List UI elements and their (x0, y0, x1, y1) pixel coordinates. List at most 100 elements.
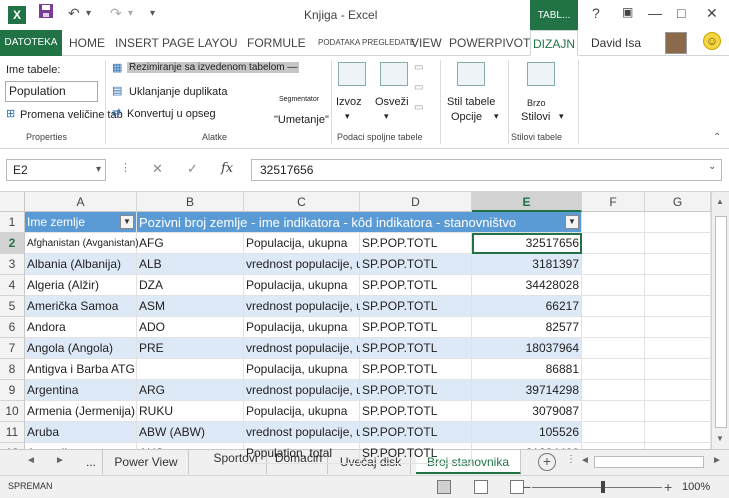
table-cell-a[interactable]: Američka Samoa (25, 296, 137, 317)
table-cell-c[interactable]: Populacija, ukupna (244, 359, 360, 380)
cell-empty[interactable] (582, 233, 645, 254)
table-cell-d[interactable]: SP.POP.TOTL (360, 443, 472, 464)
tab-data[interactable]: PODATAKA (318, 30, 360, 56)
zoom-level[interactable]: 100% (682, 481, 710, 493)
ribbon-display-icon[interactable]: ▣ (622, 5, 633, 19)
name-box-dropdown-icon[interactable]: ▾ (96, 160, 101, 180)
enter-icon[interactable]: ✓ (187, 161, 198, 177)
worksheet-grid[interactable]: ABCDEFG 123456789101112 Ime zemljePozivn… (0, 192, 729, 464)
cell-empty[interactable] (582, 275, 645, 296)
cell-empty[interactable] (645, 359, 711, 380)
table-cell-e[interactable]: 86881 (472, 359, 582, 380)
table-cell-b[interactable]: ADO (137, 317, 244, 338)
table-cell-a[interactable]: Afghanistan (Avganistan) (25, 233, 139, 254)
table-cell-c[interactable]: vrednost populacije, ukupno (244, 380, 395, 401)
cell-empty[interactable] (582, 422, 645, 443)
row-header-4[interactable]: 4 (0, 275, 25, 296)
open-browser-icon[interactable]: ▭ (414, 82, 423, 93)
cell-empty[interactable] (582, 317, 645, 338)
table-cell-b[interactable]: ARG (137, 380, 244, 401)
table-cell-b[interactable]: AFG (137, 233, 244, 254)
insert-function-icon[interactable]: fx (221, 161, 233, 176)
cell-empty[interactable] (645, 422, 711, 443)
table-cell-e[interactable]: 105526 (472, 422, 582, 443)
table-cell-b[interactable]: ASM (137, 296, 244, 317)
column-header-a[interactable]: A (25, 192, 137, 212)
table-cell-e[interactable]: 34428028 (472, 275, 582, 296)
cell-empty[interactable] (582, 338, 645, 359)
zoom-out-icon[interactable]: − (523, 479, 531, 495)
table-cell-a[interactable]: Antigva i Barba ATG (25, 359, 137, 380)
table-cell-a[interactable]: Armenia (Jermenija) (25, 401, 137, 422)
table-cell-c[interactable]: Populacija, ukupna (244, 317, 360, 338)
table-cell-d[interactable]: SP.POP.TOTL (360, 254, 472, 275)
table-cell-c[interactable]: Populacija, ukupna (244, 401, 360, 422)
table-cell-e[interactable]: 39714298 (472, 380, 582, 401)
tab-review[interactable]: PREGLEDATE (362, 30, 415, 56)
unlink-icon[interactable]: ▭ (414, 102, 423, 113)
table-style-options-label[interactable]: Opcije (451, 111, 482, 123)
table-cell-e[interactable]: 3181397 (472, 254, 582, 275)
zoom-in-icon[interactable]: + (664, 479, 672, 495)
cell-empty[interactable] (582, 359, 645, 380)
table-cell-e[interactable]: 66217 (472, 296, 582, 317)
table-cell-b[interactable]: RUKU (137, 401, 244, 422)
table-cell-a[interactable]: Argentina (25, 380, 137, 401)
row-header-6[interactable]: 6 (0, 317, 25, 338)
column-header-b[interactable]: B (137, 192, 244, 212)
page-layout-view-icon[interactable] (474, 480, 488, 494)
expand-formula-bar-icon[interactable]: ⌄ (708, 161, 716, 172)
hscroll-right-icon[interactable]: ► (712, 455, 722, 466)
cell-empty[interactable] (645, 317, 711, 338)
tab-powerpivot[interactable]: POWERPIVOT (449, 30, 530, 56)
redo-icon[interactable]: ↷ (110, 5, 122, 22)
horizontal-scroll-thumb[interactable] (594, 456, 704, 468)
cell-empty[interactable] (645, 380, 711, 401)
table-cell-d[interactable]: SP.POP.TOTL (360, 401, 472, 422)
table-cell-a[interactable]: Andora (25, 317, 137, 338)
table-cell-e[interactable]: 3079087 (472, 401, 582, 422)
sheet-more-button[interactable]: ... (80, 450, 104, 474)
table-cell-e[interactable]: 82577 (472, 317, 582, 338)
refresh-button[interactable]: Osveži (375, 96, 409, 108)
table-cell-a[interactable]: Algeria (Alžir) (25, 275, 137, 296)
table-cell-d[interactable]: SP.POP.TOTL (360, 296, 472, 317)
table-cell-a[interactable]: Aruba (25, 422, 137, 443)
table-cell-b[interactable]: DZA (137, 275, 244, 296)
tab-page-layout[interactable]: PAGE LAYOU (162, 30, 238, 56)
avatar[interactable] (665, 32, 687, 54)
save-icon[interactable] (38, 3, 54, 22)
table-cell-d[interactable]: SP.POP.TOTL (360, 317, 472, 338)
cell-empty[interactable] (645, 233, 711, 254)
table-cell-c[interactable]: vrednost populacije, ukupno (244, 296, 395, 317)
tab-insert[interactable]: INSERT (115, 30, 159, 56)
tab-design[interactable]: DIZAJN (530, 30, 578, 56)
formula-input[interactable]: 32517656 (251, 159, 722, 181)
page-break-view-icon[interactable] (510, 480, 524, 494)
row-header-10[interactable]: 10 (0, 401, 25, 422)
summarize-pivot-button[interactable]: Rezimiranje sa izvedenom tabelom — (127, 62, 300, 73)
cell-empty[interactable] (582, 254, 645, 275)
close-icon[interactable]: ✕ (706, 5, 718, 22)
tab-view[interactable]: VIEW (411, 30, 442, 56)
cell-empty[interactable] (645, 338, 711, 359)
row-header-7[interactable]: 7 (0, 338, 25, 359)
collapse-ribbon-icon[interactable]: ⌃ (713, 132, 721, 143)
table-cell-b[interactable]: ABW (ABW) (137, 422, 244, 443)
filter-dropdown-icon[interactable]: ▼ (120, 215, 134, 229)
hscroll-left-icon[interactable]: ◄ (580, 455, 590, 466)
table-cell-e[interactable]: 32517656 (472, 233, 582, 254)
cell-empty[interactable] (582, 401, 645, 422)
table-cell-e[interactable]: 18037964 (472, 338, 582, 359)
column-header-g[interactable]: G (645, 192, 711, 212)
undo-dropdown-icon[interactable]: ▾ (86, 8, 91, 19)
tab-split-grip-icon[interactable]: ⋮ (566, 454, 576, 465)
table-cell-c[interactable]: vrednost populacije, ukupno (244, 254, 395, 275)
table-cell-c[interactable]: vrednost populacije, ukupno (244, 422, 395, 443)
tab-file[interactable]: DATOTEKA (0, 30, 62, 56)
quick-styles-label[interactable]: Stilovi (521, 111, 550, 123)
quick-styles-button[interactable]: Brzo (527, 98, 546, 108)
convert-range-button[interactable]: Konvertuj u opseg (127, 108, 216, 120)
zoom-slider-thumb[interactable] (601, 481, 605, 493)
minimize-icon[interactable]: — (648, 5, 662, 21)
